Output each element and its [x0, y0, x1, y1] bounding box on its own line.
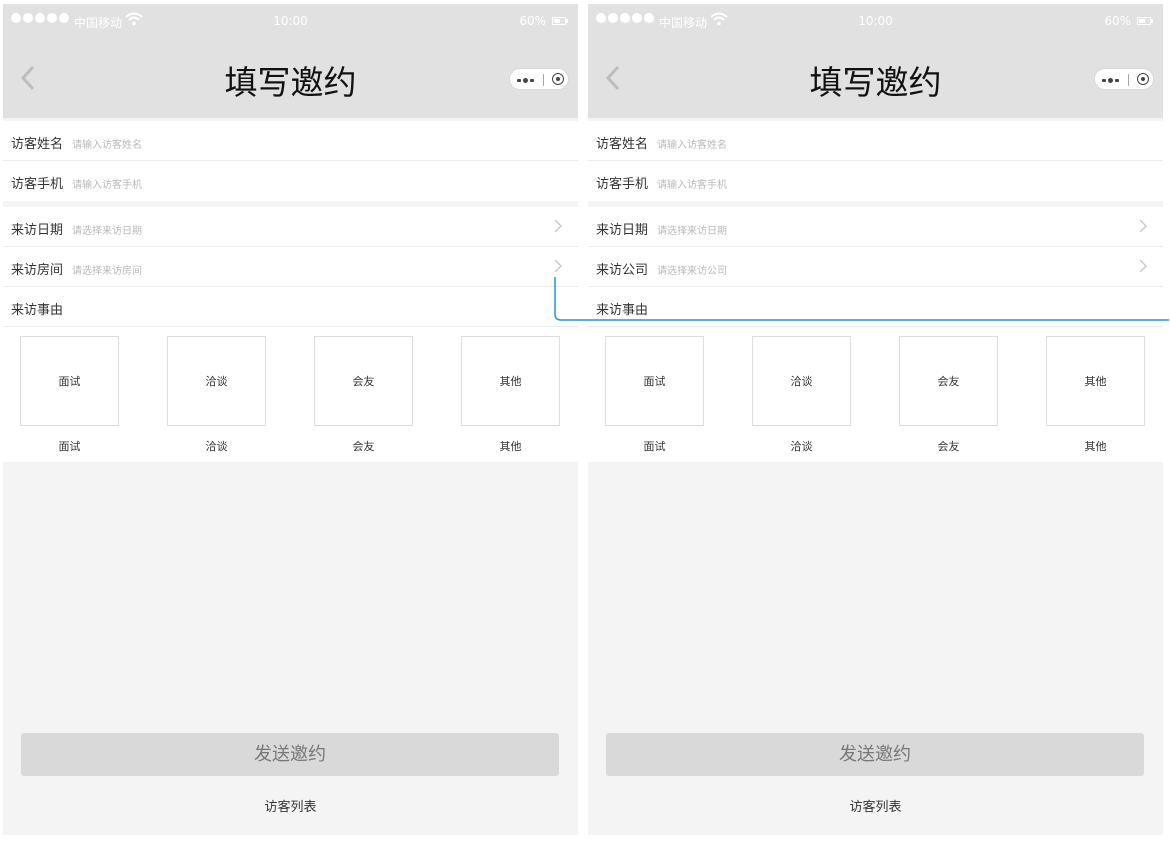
visit-company-label: 来访公司 — [596, 263, 649, 278]
phone-screen-right: 中国移动 10:00 60% 填写邀约 访客姓名 请输入访客姓名 访客手机 请输… — [588, 4, 1163, 835]
reason-image-interview[interactable]: 面试 — [20, 336, 119, 426]
reason-caption: 会友 — [937, 440, 960, 453]
visitor-name-label: 访客姓名 — [596, 137, 649, 152]
nav-bar: 填写邀约 — [3, 38, 578, 118]
reason-caption: 面试 — [643, 440, 666, 453]
visitor-phone-input[interactable]: 请输入访客手机 — [72, 176, 142, 191]
battery-percent: 60% — [1104, 14, 1131, 28]
reason-caption: 洽谈 — [205, 440, 228, 453]
close-circle-icon[interactable] — [552, 73, 564, 85]
reason-image-meet-friend[interactable]: 会友 — [899, 336, 998, 426]
phone-screen-left: 中国移动 10:00 60% 填写邀约 访客姓名 请输入访客姓名 访客手机 请输… — [3, 4, 578, 835]
visitor-name-row[interactable]: 访客姓名 请输入访客姓名 — [588, 121, 1163, 161]
visitor-phone-row[interactable]: 访客手机 请输入访客手机 — [3, 161, 578, 201]
chevron-right-icon — [1139, 219, 1147, 233]
mini-program-capsule — [1094, 68, 1154, 90]
visitor-list-link[interactable]: 访客列表 — [3, 796, 578, 815]
visit-company-row[interactable]: 来访公司 请选择来访公司 — [588, 247, 1163, 287]
reason-caption: 洽谈 — [790, 440, 813, 453]
reason-option-interview[interactable]: 面试 面试 — [20, 336, 119, 454]
reason-caption: 会友 — [352, 440, 375, 453]
reason-options: 面试 面试 洽谈 洽谈 会友 会友 其他 其他 — [3, 327, 578, 462]
reason-caption: 面试 — [58, 440, 81, 453]
visit-date-label: 来访日期 — [11, 223, 64, 238]
send-invitation-button[interactable]: 发送邀约 — [21, 733, 559, 776]
visit-detail-section: 来访日期 请选择来访日期 来访公司 请选择来访公司 来访事由 面试 面试 洽谈 … — [588, 207, 1163, 462]
mini-program-capsule — [509, 68, 569, 90]
status-time: 10:00 — [858, 14, 893, 28]
reason-option-meet-friend[interactable]: 会友 会友 — [314, 336, 413, 454]
visit-room-picker[interactable]: 请选择来访房间 — [72, 262, 142, 277]
visit-reason-row: 来访事由 — [3, 287, 578, 327]
visit-reason-label: 来访事由 — [596, 303, 649, 318]
visitor-phone-label: 访客手机 — [596, 177, 649, 192]
page-title: 填写邀约 — [809, 63, 942, 102]
visit-date-label: 来访日期 — [596, 223, 649, 238]
visitor-phone-input[interactable]: 请输入访客手机 — [657, 176, 727, 191]
visitor-phone-row[interactable]: 访客手机 请输入访客手机 — [588, 161, 1163, 201]
visitor-name-label: 访客姓名 — [11, 137, 64, 152]
status-bar: 中国移动 10:00 60% — [3, 4, 578, 38]
battery-icon — [1137, 17, 1153, 25]
visit-date-picker[interactable]: 请选择来访日期 — [72, 222, 142, 237]
visitor-info-section: 访客姓名 请输入访客姓名 访客手机 请输入访客手机 — [3, 121, 578, 201]
reason-caption: 其他 — [499, 440, 522, 453]
reason-option-interview[interactable]: 面试 面试 — [605, 336, 704, 454]
close-circle-icon[interactable] — [1137, 73, 1149, 85]
capsule-divider — [543, 74, 544, 86]
visit-reason-row: 来访事由 — [588, 287, 1163, 327]
more-dots-icon[interactable] — [1102, 78, 1119, 83]
reason-option-negotiation[interactable]: 洽谈 洽谈 — [752, 336, 851, 454]
visitor-info-section: 访客姓名 请输入访客姓名 访客手机 请输入访客手机 — [588, 121, 1163, 201]
visit-room-label: 来访房间 — [11, 263, 64, 278]
status-bar: 中国移动 10:00 60% — [588, 4, 1163, 38]
visit-reason-label: 来访事由 — [11, 303, 64, 318]
page-title: 填写邀约 — [224, 63, 357, 102]
visitor-list-link[interactable]: 访客列表 — [588, 796, 1163, 815]
reason-image-negotiation[interactable]: 洽谈 — [167, 336, 266, 426]
reason-caption: 其他 — [1084, 440, 1107, 453]
reason-option-other[interactable]: 其他 其他 — [461, 336, 560, 454]
send-invitation-button[interactable]: 发送邀约 — [606, 733, 1144, 776]
chevron-right-icon — [554, 259, 562, 273]
reason-image-interview[interactable]: 面试 — [605, 336, 704, 426]
visit-date-picker[interactable]: 请选择来访日期 — [657, 222, 727, 237]
reason-image-other[interactable]: 其他 — [461, 336, 560, 426]
reason-option-meet-friend[interactable]: 会友 会友 — [899, 336, 998, 454]
reason-option-other[interactable]: 其他 其他 — [1046, 336, 1145, 454]
visit-date-row[interactable]: 来访日期 请选择来访日期 — [588, 207, 1163, 247]
status-time: 10:00 — [273, 14, 308, 28]
visit-date-row[interactable]: 来访日期 请选择来访日期 — [3, 207, 578, 247]
chevron-right-icon — [554, 219, 562, 233]
reason-option-negotiation[interactable]: 洽谈 洽谈 — [167, 336, 266, 454]
visitor-name-row[interactable]: 访客姓名 请输入访客姓名 — [3, 121, 578, 161]
reason-options: 面试 面试 洽谈 洽谈 会友 会友 其他 其他 — [588, 327, 1163, 462]
reason-image-meet-friend[interactable]: 会友 — [314, 336, 413, 426]
capsule-divider — [1128, 74, 1129, 86]
more-dots-icon[interactable] — [517, 78, 534, 83]
visit-room-row[interactable]: 来访房间 请选择来访房间 — [3, 247, 578, 287]
visit-company-picker[interactable]: 请选择来访公司 — [657, 262, 727, 277]
nav-bar: 填写邀约 — [588, 38, 1163, 118]
battery-icon — [552, 17, 568, 25]
reason-image-negotiation[interactable]: 洽谈 — [752, 336, 851, 426]
visitor-name-input[interactable]: 请输入访客姓名 — [657, 136, 727, 151]
visitor-phone-label: 访客手机 — [11, 177, 64, 192]
battery-percent: 60% — [519, 14, 546, 28]
visit-detail-section: 来访日期 请选择来访日期 来访房间 请选择来访房间 来访事由 面试 面试 洽谈 … — [3, 207, 578, 462]
chevron-right-icon — [1139, 259, 1147, 273]
visitor-name-input[interactable]: 请输入访客姓名 — [72, 136, 142, 151]
reason-image-other[interactable]: 其他 — [1046, 336, 1145, 426]
